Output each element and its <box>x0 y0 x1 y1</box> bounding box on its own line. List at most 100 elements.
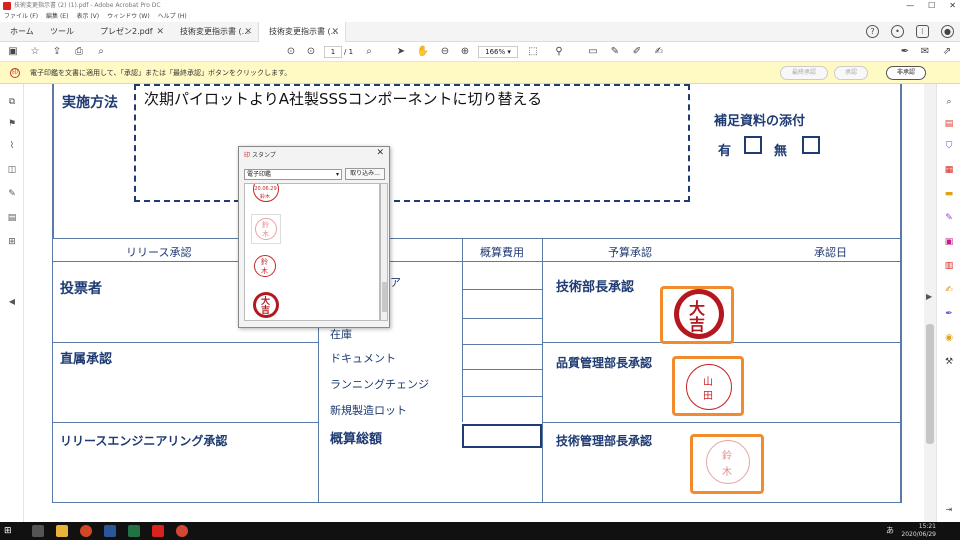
fit-page-icon[interactable]: ⬚ <box>526 45 540 59</box>
attach-yes-checkbox[interactable] <box>744 136 762 154</box>
reject-button[interactable]: 非承認 <box>886 66 926 80</box>
word-icon[interactable] <box>104 525 116 537</box>
layers-icon[interactable]: ◫ <box>6 164 18 176</box>
stamp-category-select[interactable]: 電子印鑑 ▾ <box>244 169 342 180</box>
search-icon[interactable]: ⌕ <box>94 45 108 59</box>
fill-sign-icon[interactable]: ✒ <box>898 45 912 59</box>
document-scrollbar[interactable]: ▶ <box>924 84 936 522</box>
chrome-icon[interactable] <box>176 525 188 537</box>
tab-doc-2[interactable]: 技術変更指示書 (... ✕ <box>258 22 346 42</box>
comment-tool-icon[interactable]: ▬ <box>943 188 955 200</box>
qc-manager-label: 品質管理部長承認 <box>556 356 653 370</box>
export-pdf-icon[interactable]: ▤ <box>943 118 955 130</box>
zoom-search-icon[interactable]: ⌕ <box>362 45 376 59</box>
item-fragment: ア <box>390 276 401 289</box>
highlight-pen-icon[interactable]: ✎ <box>608 45 622 59</box>
thumbnails-icon[interactable]: ⧉ <box>6 96 18 108</box>
stamp-list-scrollbar[interactable] <box>380 183 388 321</box>
zoom-out-icon[interactable]: ⊖ <box>438 45 452 59</box>
excel-icon[interactable] <box>128 525 140 537</box>
stamp-tool-icon[interactable]: ⚲ <box>552 45 566 59</box>
acrobat-taskbar-icon[interactable] <box>152 525 164 537</box>
prev-page-icon[interactable]: ⊙ <box>284 45 298 59</box>
clock[interactable]: 15:21 2020/06/29 <box>901 523 936 539</box>
stamp-item-suzuki-light[interactable]: 鈴 木 <box>251 214 281 244</box>
hanko-stamp-daikichi[interactable]: 大 吉 <box>674 289 724 339</box>
powerpoint-icon[interactable] <box>80 525 92 537</box>
attachment-icon[interactable]: ⌇ <box>6 140 18 152</box>
menu-view[interactable]: 表示 (V) <box>76 12 99 22</box>
select-cursor-icon[interactable]: ➤ <box>394 45 408 59</box>
user-avatar-icon[interactable]: ● <box>941 25 954 38</box>
document-scroll-thumb[interactable] <box>926 324 934 444</box>
menu-file[interactable]: ファイル (F) <box>4 12 38 22</box>
hand-tool-icon[interactable]: ✋ <box>416 45 430 59</box>
maximize-button[interactable]: ☐ <box>928 0 935 12</box>
combine-files-icon[interactable]: ▣ <box>943 236 955 248</box>
edit-pdf-icon[interactable]: ✎ <box>943 212 955 224</box>
tab-close-icon[interactable]: ✕ <box>244 22 252 42</box>
close-button[interactable]: ✕ <box>949 0 956 12</box>
stamp-palette-window[interactable]: 印 スタンプ ✕ 電子印鑑▾ 取り込み... 経 '20.06.29 鈴木 鈴 … <box>238 146 390 328</box>
content-icon[interactable]: ▤ <box>6 212 18 224</box>
bookmark-star-icon[interactable]: ☆ <box>28 45 42 59</box>
tab-doc-1[interactable]: 技術変更指示書 (... ✕ <box>170 22 258 42</box>
tab-close-icon[interactable]: ✕ <box>331 22 339 42</box>
stamp-item-daikichi[interactable]: 大 吉 <box>251 290 281 320</box>
send-for-signature-icon[interactable]: ✒ <box>943 308 955 320</box>
zoom-in-icon[interactable]: ⊕ <box>458 45 472 59</box>
menu-window[interactable]: ウィンドウ (W) <box>107 12 150 22</box>
tab-presen2[interactable]: プレゼン2.pdf ✕ <box>90 22 170 42</box>
stamp-import-button[interactable]: 取り込み... <box>345 168 385 180</box>
next-page-icon[interactable]: ⊙ <box>304 45 318 59</box>
attach-no-checkbox[interactable] <box>802 136 820 154</box>
apps-grid-icon[interactable]: ⁝ <box>916 25 929 38</box>
stamp-item-suzuki[interactable]: 鈴 木 <box>251 252 281 282</box>
tags-icon[interactable]: ⊞ <box>6 236 18 248</box>
collapse-left-arrow-icon[interactable]: ◀ <box>6 296 18 308</box>
task-view-icon[interactable] <box>32 525 44 537</box>
sign-icon[interactable]: ✍ <box>652 45 666 59</box>
print-icon[interactable]: ⎙ <box>72 45 86 59</box>
collapse-right-arrow-icon[interactable]: ▶ <box>926 292 932 301</box>
menu-edit[interactable]: 編集 (E) <box>46 12 68 22</box>
create-pdf-icon[interactable]: ▦ <box>943 164 955 176</box>
tab-close-icon[interactable]: ✕ <box>156 22 164 42</box>
save-icon[interactable]: ▣ <box>6 45 20 59</box>
help-icon[interactable]: ? <box>866 25 879 38</box>
notification-bell-icon[interactable]: • <box>891 25 904 38</box>
file-explorer-icon[interactable] <box>56 525 68 537</box>
approve-button[interactable]: 承認 <box>834 66 868 80</box>
windows-start-icon[interactable]: ⊞ <box>4 525 16 537</box>
menu-help[interactable]: ヘルプ (H) <box>158 12 187 22</box>
stamp-palette-close-icon[interactable]: ✕ <box>376 148 384 158</box>
draw-icon[interactable]: ✐ <box>630 45 644 59</box>
bookmarks-icon[interactable]: ⚑ <box>6 118 18 130</box>
ime-indicator[interactable]: あ <box>886 525 894 536</box>
comment-icon[interactable]: ▭ <box>586 45 600 59</box>
upload-icon[interactable]: ⇪ <box>50 45 64 59</box>
stamp-list-scroll-thumb[interactable] <box>382 282 387 312</box>
share-link-icon[interactable]: ⇗ <box>940 45 954 59</box>
expand-rail-icon[interactable]: ⇥ <box>943 504 955 516</box>
hanko-stamp-yamada[interactable]: 山 田 <box>686 364 732 410</box>
search-tools-icon[interactable]: ⌕ <box>943 96 955 108</box>
cost-total-input[interactable] <box>462 424 542 448</box>
stamp-item-dated[interactable]: 経 '20.06.29 鈴木 <box>251 184 281 206</box>
organize-pages-icon[interactable]: ▥ <box>943 260 955 272</box>
hanko-stamp-suzuki[interactable]: 鈴 木 <box>706 440 750 484</box>
signature-panel-icon[interactable]: ✎ <box>6 188 18 200</box>
page-number-input[interactable]: 1 <box>324 46 342 58</box>
cost-header: 概算費用 <box>480 246 524 259</box>
email-icon[interactable]: ✉ <box>918 45 932 59</box>
final-approve-button[interactable]: 最終承認 <box>780 66 828 80</box>
tab-home[interactable]: ホーム <box>0 22 40 42</box>
minimize-button[interactable]: — <box>906 0 914 12</box>
protect-icon[interactable]: ⛉ <box>943 140 955 152</box>
more-tools-icon[interactable]: ⚒ <box>943 356 955 368</box>
fill-sign-tool-icon[interactable]: ✍ <box>943 284 955 296</box>
tab-tools[interactable]: ツール <box>40 22 90 42</box>
hanko1-bottom: 吉 <box>689 315 706 334</box>
zoom-select[interactable]: 166% ▾ <box>478 46 518 58</box>
stamp-tool-rail-icon[interactable]: ◉ <box>943 332 955 344</box>
